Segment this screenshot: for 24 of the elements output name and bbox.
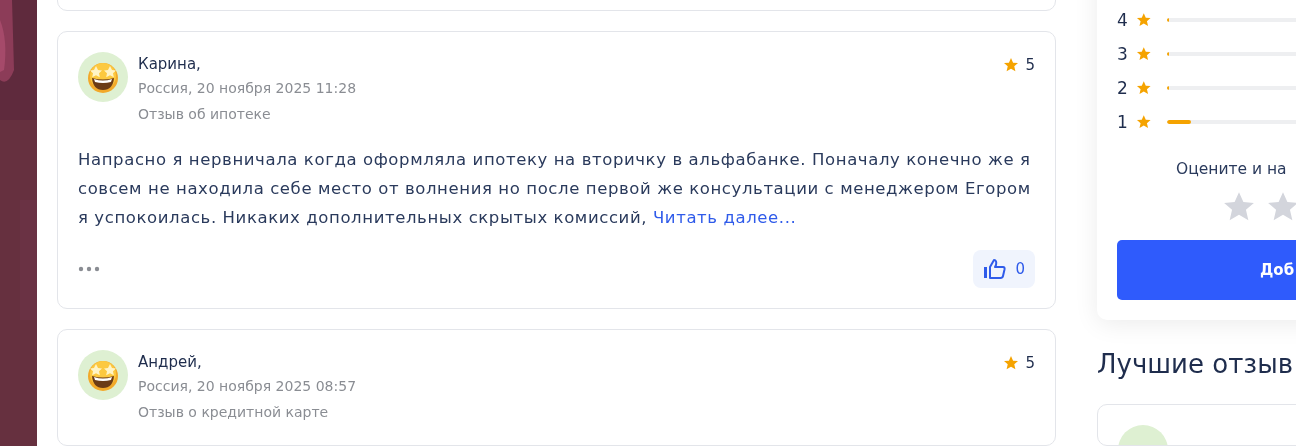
star-count-label: 3 [1117,44,1128,64]
emoji-avatar-icon [78,350,128,400]
section-heading: Лучшие отзыв [1097,348,1294,380]
review-date: Россия, 20 ноября 2025 08:57 [138,377,358,396]
star-icon [1003,57,1020,73]
rating-value: 5 [1025,354,1035,372]
author-name: Карина, [138,54,202,75]
rate-prompt: Оцените и на [1176,160,1288,178]
review-topic: Отзыв об ипотеке [138,105,272,124]
rating-value: 5 [1025,56,1035,74]
author-name: Андрей, [138,352,203,373]
more-icon[interactable] [78,266,100,272]
review-topic: Отзыв о кредитной карте [138,403,330,422]
add-review-button[interactable]: Доб [1117,240,1296,300]
star-icon [1003,355,1020,371]
review-text: Напрасно я нервничала когда оформляла ипотеку на вторичку в альфабанке. Поначалу конечно же я совсем не находила себе место от волнения но после первой же консультации с менеджером Егором я успокоилась. Никаких дополнительных скрытых комиссий, Читать далее... [78,149,1032,229]
review-date: Россия, 20 ноября 2025 11:28 [138,79,358,98]
star-count-label: 2 [1117,78,1128,98]
emoji-avatar-icon [78,52,128,102]
thumbs-up-icon [983,258,1008,280]
star-count-label: 4 [1117,10,1128,30]
star-count-label: 1 [1117,112,1128,132]
read-more-link[interactable]: Читать далее... [652,208,797,227]
like-button[interactable]: 0 [973,250,1035,288]
